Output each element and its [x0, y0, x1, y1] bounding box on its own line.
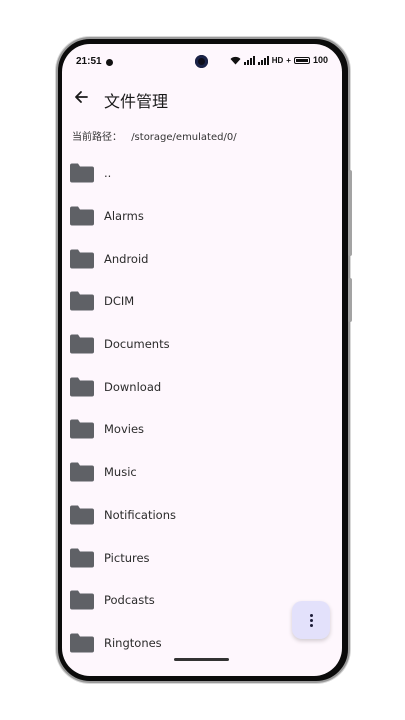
arrow-left-icon — [75, 91, 88, 103]
list-item-label: Documents — [104, 337, 170, 352]
list-item-documents[interactable]: Documents — [62, 323, 342, 366]
wifi-icon — [230, 56, 241, 64]
folder-icon — [70, 633, 94, 653]
app-bar: 文件管理 — [62, 80, 342, 120]
folder-icon — [70, 249, 94, 269]
phone-screen: 21:51 HD + 100 文件管理 当前路径： /storage/emula… — [62, 44, 342, 676]
list-item-parent[interactable]: .. — [62, 152, 342, 195]
status-icons: HD + 100 — [230, 55, 328, 65]
folder-icon — [70, 206, 94, 226]
more-vertical-icon — [309, 613, 313, 627]
front-camera — [195, 55, 208, 68]
back-button[interactable] — [70, 86, 92, 108]
folder-icon — [70, 291, 94, 311]
list-item-alarms[interactable]: Alarms — [62, 195, 342, 238]
home-indicator[interactable] — [174, 658, 229, 661]
list-item-label: Ringtones — [104, 635, 162, 650]
list-item-label: Notifications — [104, 507, 176, 522]
list-item-label: .. — [104, 166, 112, 181]
list-item-notifications[interactable]: Notifications — [62, 494, 342, 537]
file-list: .. Alarms Android DCIM Documents Downloa… — [62, 152, 342, 664]
folder-icon — [70, 377, 94, 397]
folder-icon — [70, 462, 94, 482]
list-item-movies[interactable]: Movies — [62, 408, 342, 451]
current-path-value: /storage/emulated/0/ — [131, 132, 237, 143]
list-item-label: Podcasts — [104, 593, 155, 608]
list-item-pictures[interactable]: Pictures — [62, 536, 342, 579]
power-button — [348, 278, 352, 322]
list-item-label: Music — [104, 465, 137, 480]
current-path: 当前路径： /storage/emulated/0/ — [72, 128, 237, 143]
list-item-label: Download — [104, 379, 162, 394]
signal-icon-2 — [257, 55, 269, 65]
folder-icon — [70, 548, 94, 568]
device-mockup: 21:51 HD + 100 文件管理 当前路径： /storage/emula… — [0, 0, 405, 720]
battery-icon — [293, 56, 310, 64]
list-item-label: Alarms — [104, 209, 144, 224]
list-item-android[interactable]: Android — [62, 237, 342, 280]
recording-dot-icon — [106, 59, 113, 66]
page-title: 文件管理 — [104, 92, 169, 111]
current-path-label: 当前路径： — [72, 132, 122, 143]
folder-icon — [70, 334, 94, 354]
status-bar: 21:51 HD + 100 — [62, 44, 342, 78]
list-item-label: DCIM — [104, 294, 135, 309]
folder-icon — [70, 590, 94, 610]
list-item-dcim[interactable]: DCIM — [62, 280, 342, 323]
list-item-label: Movies — [104, 422, 145, 437]
folder-icon — [70, 163, 94, 183]
volume-button — [348, 170, 352, 256]
list-item-label: Android — [104, 251, 149, 266]
list-item-music[interactable]: Music — [62, 451, 342, 494]
folder-icon — [70, 505, 94, 525]
signal-icon — [243, 55, 255, 65]
battery-level: 100 — [312, 55, 328, 65]
folder-icon — [70, 419, 94, 439]
network-type-label: HD — [271, 55, 284, 65]
more-options-fab[interactable] — [292, 601, 330, 639]
status-time: 21:51 — [76, 56, 102, 67]
charging-icon: + — [286, 55, 291, 65]
list-item-download[interactable]: Download — [62, 365, 342, 408]
list-item-label: Pictures — [104, 550, 150, 565]
